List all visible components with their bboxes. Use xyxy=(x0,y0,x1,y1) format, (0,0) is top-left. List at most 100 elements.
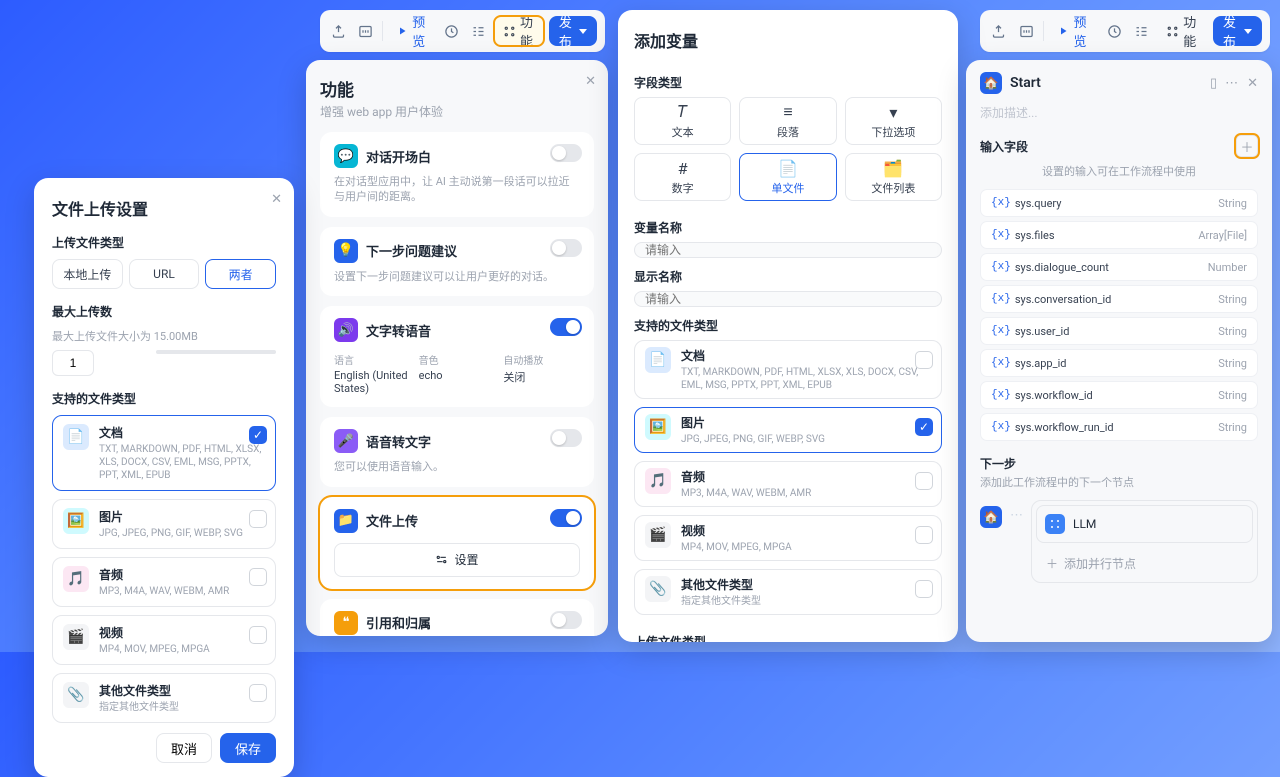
checklist-icon[interactable] xyxy=(1131,17,1152,45)
variable-row[interactable]: {x} sys.conversation_idString xyxy=(980,285,1258,313)
book-icon[interactable]: ▯ xyxy=(1210,76,1217,91)
preview-button[interactable]: 预览 xyxy=(388,17,435,45)
varname-input[interactable] xyxy=(634,242,942,258)
export-icon[interactable] xyxy=(988,17,1009,45)
export-icon[interactable] xyxy=(328,17,349,45)
close-icon[interactable]: ✕ xyxy=(1247,76,1258,91)
filetype-other[interactable]: 📎 其他文件类型指定其他文件类型 xyxy=(52,673,276,723)
max-count-label: 最大上传数 xyxy=(52,303,276,320)
features-button[interactable]: 功能 xyxy=(495,17,543,45)
filetype-image[interactable]: 🖼️ 图片JPG, JPEG, PNG, GIF, WEBP, SVG xyxy=(52,499,276,549)
upload-type-url[interactable]: URL xyxy=(129,259,200,289)
type-files[interactable]: 🗂️文件列表 xyxy=(845,153,942,201)
filetype-audio[interactable]: 🎵 音频MP3, M4A, WAV, WEBM, AMR xyxy=(634,461,942,507)
more-icon[interactable]: ⋯ xyxy=(1225,76,1239,91)
filetype-other[interactable]: 📎 其他文件类型指定其他文件类型 xyxy=(634,569,942,615)
feature-stt: 🎤 语音转文字 您可以使用语音输入。 xyxy=(320,417,594,486)
speaker-icon: 🔊 xyxy=(334,318,358,342)
filetype-document[interactable]: 📄 文档TXT, MARKDOWN, PDF, HTML, XLSX, XLS,… xyxy=(634,340,942,399)
variable-row[interactable]: {x} sys.workflow_idString xyxy=(980,381,1258,409)
toggle-stt[interactable] xyxy=(550,429,582,447)
add-parallel-label: 添加并行节点 xyxy=(1064,555,1136,572)
variable-row[interactable]: {x} sys.app_idString xyxy=(980,349,1258,377)
upload-settings-button[interactable]: 设置 xyxy=(334,543,580,577)
start-node-panel: 🏠 Start ▯ ⋯ ✕ 添加描述... 输入字段 ＋ 设置的输入可在工作流程… xyxy=(966,60,1272,642)
connector-icon: ⋯ xyxy=(1010,508,1023,523)
max-count-slider[interactable] xyxy=(156,350,276,354)
json-icon[interactable] xyxy=(355,17,376,45)
addvar-title: 添加变量 xyxy=(634,28,942,52)
variable-row[interactable]: {x} sys.workflow_run_idString xyxy=(980,413,1258,441)
publish-label: 发布 xyxy=(1223,12,1240,50)
home-icon: 🏠 xyxy=(980,72,1002,94)
display-input[interactable] xyxy=(634,291,942,307)
quote-icon: ❝ xyxy=(334,611,358,635)
toggle-suggest[interactable] xyxy=(550,239,582,257)
close-icon[interactable]: ✕ xyxy=(271,192,282,207)
upload-settings-label: 设置 xyxy=(454,551,478,568)
filetype-video[interactable]: 🎬 视频MP4, MOV, MPEG, MPGA xyxy=(634,515,942,561)
llm-node[interactable]: LLM xyxy=(1036,505,1253,543)
checkbox-icon[interactable] xyxy=(915,472,933,490)
filetype-document[interactable]: 📄 文档TXT, MARKDOWN, PDF, HTML, XLSX, XLS,… xyxy=(52,415,276,491)
toggle-cite[interactable] xyxy=(550,611,582,629)
checkbox-icon[interactable]: ✓ xyxy=(915,418,933,436)
checkbox-icon[interactable] xyxy=(249,568,267,586)
file-icon: 📎 xyxy=(63,682,89,708)
uploadtype-label: 上传文件类型 xyxy=(634,633,942,642)
variable-row[interactable]: {x} sys.user_idString xyxy=(980,317,1258,345)
history-icon[interactable] xyxy=(441,17,462,45)
filetype-image[interactable]: 🖼️ 图片JPG, JPEG, PNG, GIF, WEBP, SVG ✓ xyxy=(634,407,942,453)
publish-button[interactable]: 发布 xyxy=(549,16,597,46)
save-button[interactable]: 保存 xyxy=(220,733,276,763)
upload-type-label: 上传文件类型 xyxy=(52,234,276,251)
upload-type-both[interactable]: 两者 xyxy=(205,259,276,289)
checkbox-icon[interactable] xyxy=(915,580,933,598)
toggle-tts[interactable] xyxy=(550,318,582,336)
type-paragraph[interactable]: ≡段落 xyxy=(739,97,836,145)
filetype-video[interactable]: 🎬 视频MP4, MOV, MPEG, MPGA xyxy=(52,615,276,665)
variable-row[interactable]: {x} sys.filesArray[File] xyxy=(980,221,1258,249)
features-label: 功能 xyxy=(1183,12,1199,50)
features-button[interactable]: 功能 xyxy=(1158,17,1207,45)
top-toolbar-right: 预览 功能 发布 xyxy=(980,10,1270,52)
preview-label: 预览 xyxy=(412,12,427,50)
feature-citation: ❝ 引用和归属 显示源文档和生成内容的归属部分。 xyxy=(320,599,594,636)
variable-row[interactable]: {x} sys.queryString xyxy=(980,189,1258,217)
checklist-icon[interactable] xyxy=(468,17,489,45)
add-parallel-button[interactable]: ＋ 添加并行节点 xyxy=(1036,549,1253,578)
preview-button[interactable]: 预览 xyxy=(1049,17,1097,45)
varname-label: 变量名称 xyxy=(634,219,942,236)
features-panel: ✕ 功能 增强 web app 用户体验 💬 对话开场白 在对话型应用中，让 A… xyxy=(306,60,608,636)
supported-types-label: 支持的文件类型 xyxy=(52,390,276,407)
upload-type-local[interactable]: 本地上传 xyxy=(52,259,123,289)
toggle-upload[interactable] xyxy=(550,509,582,527)
next-step-desc: 添加此工作流程中的下一个节点 xyxy=(980,474,1258,490)
cancel-button[interactable]: 取消 xyxy=(156,733,212,763)
max-count-input[interactable] xyxy=(52,350,94,376)
checkbox-icon[interactable] xyxy=(915,351,933,369)
history-icon[interactable] xyxy=(1104,17,1125,45)
toggle-convo[interactable] xyxy=(550,144,582,162)
variable-row[interactable]: {x} sys.dialogue_countNumber xyxy=(980,253,1258,281)
publish-button[interactable]: 发布 xyxy=(1213,16,1262,46)
chevron-down-icon xyxy=(1244,29,1252,34)
checkbox-icon[interactable] xyxy=(249,510,267,528)
checkbox-icon[interactable] xyxy=(915,526,933,544)
type-select[interactable]: ▾下拉选项 xyxy=(845,97,942,145)
type-number[interactable]: #数字 xyxy=(634,153,731,201)
filetype-audio[interactable]: 🎵 音频MP3, M4A, WAV, WEBM, AMR xyxy=(52,557,276,607)
type-text[interactable]: 𝑇文本 xyxy=(634,97,731,145)
close-icon[interactable]: ✕ xyxy=(585,74,596,89)
add-field-button[interactable]: ＋ xyxy=(1236,135,1258,157)
supported-label: 支持的文件类型 xyxy=(634,317,942,334)
checkbox-icon[interactable] xyxy=(249,684,267,702)
start-title: Start xyxy=(1010,75,1041,91)
checkbox-icon[interactable] xyxy=(249,626,267,644)
checkbox-icon[interactable]: ✓ xyxy=(249,426,267,444)
json-icon[interactable] xyxy=(1015,17,1036,45)
image-icon: 🖼️ xyxy=(645,414,671,440)
field-type-label: 字段类型 xyxy=(634,74,942,91)
add-description[interactable]: 添加描述... xyxy=(980,104,1258,121)
type-file[interactable]: 📄单文件 xyxy=(739,153,836,201)
